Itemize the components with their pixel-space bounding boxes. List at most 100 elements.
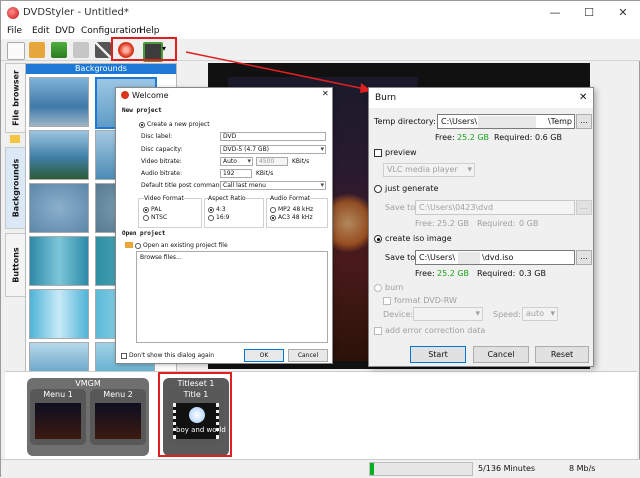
generate-free-value: 25.2 GB: [437, 219, 470, 228]
minimize-button[interactable]: —: [547, 5, 563, 21]
disc-capacity-select[interactable]: DVD-5 (4.7 GB): [220, 145, 326, 154]
generate-path-input[interactable]: C:\Users\0423\dvd: [415, 200, 575, 215]
welcome-title: Welcome: [132, 91, 169, 100]
format-dvdrw-label: format DVD-RW: [394, 296, 457, 305]
welcome-logo-icon: [121, 91, 129, 99]
iso-path-prefix: C:\Users\: [419, 253, 456, 262]
burn-title-bar: Burn ✕: [369, 88, 593, 108]
tab-file-browser[interactable]: File browser: [5, 63, 27, 133]
preview-player-select[interactable]: VLC media player: [383, 163, 475, 177]
background-thumbnail[interactable]: [29, 342, 89, 372]
ok-button[interactable]: OK: [244, 349, 284, 362]
welcome-cancel-button[interactable]: Cancel: [288, 349, 328, 362]
open-project-heading: Open project: [122, 230, 166, 237]
start-button[interactable]: Start: [410, 346, 466, 363]
menu-edit[interactable]: Edit: [32, 26, 49, 36]
video-format-group: [138, 198, 202, 228]
ac3-radio[interactable]: [270, 215, 276, 221]
aspect-4-3-radio[interactable]: [208, 207, 214, 213]
generate-free-label: Free:: [415, 219, 435, 228]
menu-1-item[interactable]: Menu 1: [30, 389, 86, 445]
burn-radio[interactable]: [374, 284, 382, 292]
aspect-ratio-group: [204, 198, 264, 228]
iso-path-input[interactable]: C:\Users\ \dvd.iso: [415, 250, 575, 265]
temp-dir-input[interactable]: C:\Users\ \Temp: [437, 114, 575, 129]
temp-dir-suffix: \Temp: [547, 117, 572, 126]
menu-configuration[interactable]: Configuration: [81, 26, 142, 36]
generate-browse-button[interactable]: ...: [576, 200, 592, 215]
ntsc-radio[interactable]: [143, 215, 149, 221]
device-select[interactable]: [413, 307, 483, 321]
background-thumbnail[interactable]: [29, 77, 89, 127]
aspect-16-9-label: 16:9: [216, 214, 230, 221]
audio-format-label: Audio Format: [270, 195, 311, 202]
ntsc-label: NTSC: [151, 214, 168, 221]
menu-dvd[interactable]: DVD: [55, 26, 75, 36]
minutes-text: 5/136 Minutes: [478, 464, 536, 473]
disc-label-input[interactable]: DVD: [220, 132, 326, 141]
menu-help[interactable]: Help: [139, 26, 160, 36]
iso-browse-button[interactable]: ...: [576, 250, 592, 265]
video-bitrate-mode-select[interactable]: Auto: [220, 157, 253, 166]
tab-backgrounds[interactable]: Backgrounds: [5, 147, 27, 229]
menu-file[interactable]: File: [7, 26, 22, 36]
audio-bitrate-label: Audio bitrate:: [141, 170, 182, 177]
settings-tools-icon[interactable]: [95, 42, 111, 58]
temp-dir-browse-button[interactable]: ...: [576, 114, 592, 129]
burn-cancel-button[interactable]: Cancel: [473, 346, 529, 363]
speed-select[interactable]: auto: [522, 307, 558, 321]
status-bar: 5/136 Minutes 8 Mb/s: [1, 459, 640, 478]
disc-usage-fill: [370, 463, 375, 475]
recent-files-list[interactable]: Browse files...: [136, 251, 328, 343]
create-iso-radio[interactable]: [374, 235, 382, 243]
iso-free-value: 25.2 GB: [437, 269, 470, 278]
error-correction-checkbox[interactable]: [374, 327, 382, 335]
reset-button[interactable]: Reset: [535, 346, 589, 363]
open-existing-radio[interactable]: [135, 243, 141, 249]
temp-dir-prefix: C:\Users\: [441, 117, 478, 126]
pal-radio[interactable]: [143, 207, 149, 213]
browse-files-item[interactable]: Browse files...: [140, 254, 182, 261]
vmgm-group: VMGM Menu 1 Menu 2: [27, 378, 149, 456]
preview-checkbox[interactable]: [374, 149, 382, 157]
background-thumbnail[interactable]: [29, 236, 89, 286]
burn-title: Burn: [375, 93, 397, 103]
default-post-command-select[interactable]: Call last menu: [220, 181, 326, 190]
save-icon[interactable]: [51, 42, 67, 58]
audio-bitrate-input[interactable]: 192: [220, 169, 252, 178]
create-new-radio[interactable]: [139, 122, 145, 128]
video-bitrate-input[interactable]: 4500: [256, 157, 288, 166]
iso-save-to-label: Save to:: [385, 253, 418, 262]
create-iso-label: create iso image: [385, 234, 452, 243]
window-title: DVDStyler - Untitled*: [23, 7, 129, 18]
pal-label: PAL: [151, 206, 162, 213]
just-generate-radio[interactable]: [374, 185, 382, 193]
new-file-icon[interactable]: [7, 42, 25, 60]
welcome-close-icon[interactable]: ✕: [322, 89, 329, 98]
create-new-label: Create a new project: [147, 121, 210, 128]
temp-free-label: Free:: [435, 133, 455, 142]
open-folder-icon[interactable]: [29, 42, 45, 58]
close-button[interactable]: ✕: [615, 5, 631, 21]
maximize-button[interactable]: ☐: [581, 5, 597, 21]
background-thumbnail[interactable]: [29, 130, 89, 180]
aspect-16-9-radio[interactable]: [208, 215, 214, 221]
open-existing-label: Open an existing project file: [143, 242, 228, 249]
welcome-dialog: Welcome ✕ New project Create a new proje…: [115, 87, 333, 364]
background-thumbnail[interactable]: [29, 289, 89, 339]
ac3-label: AC3 48 kHz: [278, 214, 313, 221]
titleset-highlight: [158, 372, 232, 457]
video-format-label: Video Format: [144, 195, 184, 202]
iso-free-label: Free:: [415, 269, 435, 278]
temp-free-value: 25.2 GB: [457, 133, 490, 142]
format-dvdrw-checkbox[interactable]: [383, 297, 391, 305]
burn-close-button[interactable]: ✕: [579, 92, 587, 103]
dont-show-checkbox[interactable]: [121, 353, 127, 359]
background-thumbnail[interactable]: [29, 183, 89, 233]
redacted-username: [478, 116, 536, 128]
menu-2-item[interactable]: Menu 2: [90, 389, 146, 445]
audio-bitrate-unit: KBit/s: [256, 170, 274, 177]
add-file-icon[interactable]: [73, 42, 89, 58]
tab-buttons[interactable]: Buttons: [5, 233, 27, 297]
mp2-radio[interactable]: [270, 207, 276, 213]
